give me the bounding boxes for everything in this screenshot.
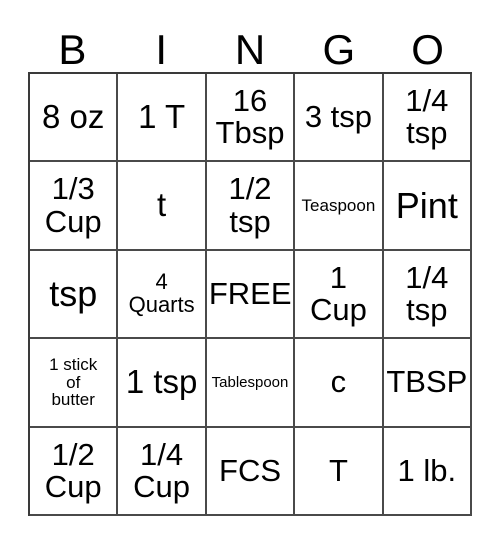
bingo-cell-label: 1 tsp (125, 363, 198, 401)
bingo-row: 1/3 Cup t 1/2 tsp Teaspoon Pint (30, 162, 473, 251)
bingo-cell-label: 1 lb. (397, 452, 457, 488)
bingo-cell[interactable]: 1 tsp (118, 339, 207, 428)
bingo-cell-label: 1/4 tsp (405, 259, 449, 328)
bingo-cell[interactable]: FCS (206, 427, 296, 517)
bingo-grid: 8 oz 1 T 16 Tbsp 3 tsp 1/4 tsp 1/3 Cup t… (28, 72, 473, 517)
bingo-cell-label: 1/4 tsp (405, 82, 449, 151)
bingo-row: tsp 4 Quarts FREE 1 Cup 1/4 tsp (30, 250, 473, 340)
header-letter-o: O (411, 26, 444, 73)
bingo-cell-label: T (328, 452, 348, 488)
bingo-cell[interactable]: c (295, 339, 384, 428)
bingo-cell[interactable]: 16 Tbsp (206, 74, 296, 163)
bingo-cell[interactable]: Teaspoon (295, 162, 384, 251)
bingo-cell-label: FCS (219, 452, 282, 488)
bingo-cell-label: 1/3 Cup (44, 171, 102, 239)
bingo-header: B I N G O (28, 18, 472, 72)
bingo-cell[interactable]: 1 stick of butter (30, 339, 119, 428)
bingo-cell-free[interactable]: FREE (206, 250, 296, 340)
bingo-cell-label: 3 tsp (304, 99, 373, 135)
bingo-cell[interactable]: TBSP (383, 339, 473, 428)
bingo-cell-label: Teaspoon (301, 195, 376, 215)
bingo-cell-label: 1 T (138, 98, 186, 136)
bingo-cell-label: 1/2 tsp (228, 171, 272, 239)
bingo-cell[interactable]: 1/4 Cup (118, 427, 207, 517)
header-letter-g: G (322, 26, 356, 73)
bingo-card: B I N G O 8 oz 1 T 16 Tbsp 3 tsp 1/4 tsp… (0, 0, 500, 544)
bingo-cell-label: 1 Cup (309, 259, 367, 328)
bingo-cell-label: 16 Tbsp (215, 82, 285, 151)
bingo-cell-label: c (330, 364, 347, 400)
bingo-cell[interactable]: 1/3 Cup (30, 162, 119, 251)
bingo-cell[interactable]: 1 T (118, 74, 207, 163)
bingo-cell[interactable]: 8 oz (30, 74, 119, 163)
bingo-cell[interactable]: tsp (30, 250, 119, 340)
bingo-cell-label: 4 Quarts (128, 269, 195, 318)
bingo-cell-label: Pint (395, 184, 458, 226)
bingo-cell[interactable]: 1 lb. (383, 427, 473, 517)
header-letter-b: B (58, 26, 87, 73)
bingo-cell-label: tsp (49, 273, 98, 315)
bingo-row: 8 oz 1 T 16 Tbsp 3 tsp 1/4 tsp (30, 74, 473, 163)
bingo-cell[interactable]: 3 tsp (295, 74, 384, 163)
bingo-cell-label: t (157, 186, 167, 224)
header-letter-n: N (234, 26, 266, 73)
bingo-cell[interactable]: 1/2 Cup (30, 427, 119, 517)
bingo-cell-label: 1/4 Cup (133, 436, 191, 504)
bingo-cell[interactable]: Pint (383, 162, 473, 251)
bingo-cell[interactable]: 4 Quarts (118, 250, 207, 340)
bingo-cell-label: 1/2 Cup (44, 436, 102, 504)
bingo-cell-label: FREE (208, 275, 292, 311)
bingo-cell[interactable]: 1/4 tsp (383, 74, 473, 163)
bingo-cell[interactable]: t (118, 162, 207, 251)
bingo-row: 1/2 Cup 1/4 Cup FCS T 1 lb. (30, 427, 473, 517)
bingo-row: 1 stick of butter 1 tsp Tablespoon c TBS… (30, 339, 473, 428)
bingo-cell[interactable]: T (295, 427, 384, 517)
bingo-cell-label: Tablespoon (211, 373, 289, 391)
bingo-cell[interactable]: 1/4 tsp (383, 250, 473, 340)
bingo-cell[interactable]: 1/2 tsp (206, 162, 296, 251)
bingo-cell[interactable]: 1 Cup (295, 250, 384, 340)
bingo-cell-label: 1 stick of butter (49, 354, 98, 410)
header-letter-i: I (155, 26, 168, 73)
bingo-cell-label: 8 oz (42, 98, 105, 136)
bingo-cell-label: TBSP (386, 364, 468, 400)
bingo-cell[interactable]: Tablespoon (206, 339, 296, 428)
